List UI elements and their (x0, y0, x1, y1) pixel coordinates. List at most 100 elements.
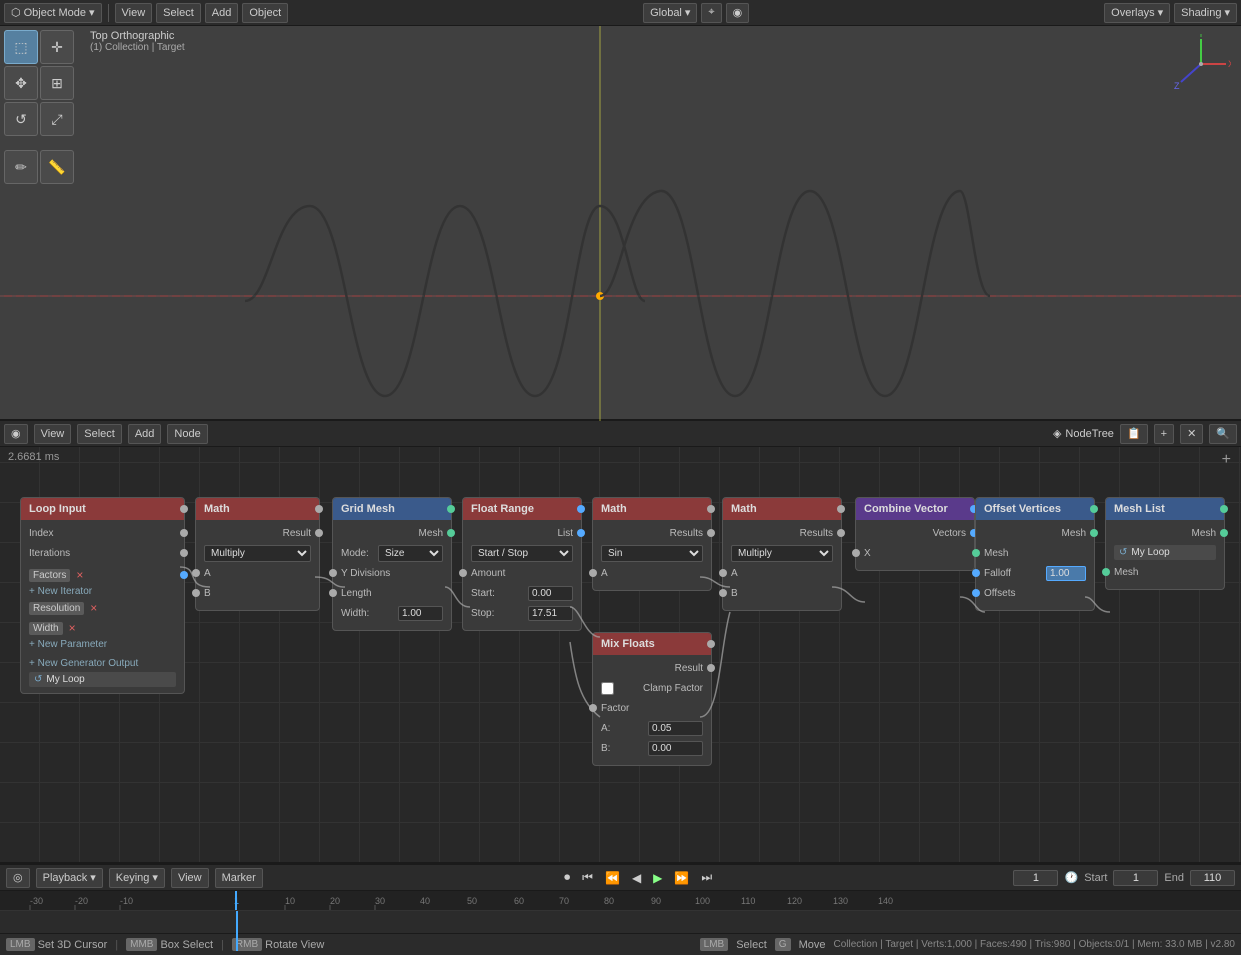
add-parameter-btn[interactable]: + New Parameter (29, 639, 176, 650)
grid-mesh-out-row: Mesh (341, 524, 443, 542)
timeline-ruler[interactable]: -30 -20 -10 1 10 20 30 40 50 60 70 80 90… (0, 891, 1241, 911)
jump-start-btn[interactable]: ⏮ (579, 869, 596, 886)
play-reverse-btn[interactable]: ◀ (629, 870, 644, 886)
start-frame-input[interactable] (1113, 870, 1158, 886)
math2-operation[interactable]: Sin Cos Multiply (601, 545, 703, 562)
math1-header[interactable]: Math (196, 498, 319, 520)
mix-b-input[interactable] (648, 741, 703, 756)
float-stop-input[interactable] (528, 606, 573, 621)
play-btn[interactable]: ▶ (650, 870, 665, 886)
keying-menu[interactable]: Keying ▾ (109, 868, 165, 888)
nodetree-new[interactable]: 📋 (1120, 424, 1148, 444)
step-fwd-btn[interactable]: ⏩ (671, 870, 692, 886)
overlays-btn[interactable]: Overlays ▾ (1104, 3, 1170, 23)
math3-operation[interactable]: Multiply Add Sin (731, 545, 833, 562)
factors-row: Factors × (29, 566, 176, 584)
step-back-btn[interactable]: ⏪ (602, 870, 623, 886)
mix-b-row[interactable]: B: (601, 739, 703, 757)
object-menu[interactable]: Object (242, 3, 288, 23)
node-node-menu[interactable]: Node (167, 424, 207, 444)
node-offset-vertices: Offset Vertices Mesh Mesh Falloff (975, 497, 1095, 611)
proportional-btn[interactable]: ◉ (726, 3, 750, 23)
node-canvas[interactable]: 2.6681 ms + Lo (0, 447, 1241, 862)
grid-mesh-header[interactable]: Grid Mesh (333, 498, 451, 520)
index-port (180, 529, 188, 537)
playhead (236, 911, 238, 951)
end-frame-input[interactable] (1190, 870, 1235, 886)
math1-out-dot (315, 505, 323, 513)
offset-vertices-out-dot (1090, 505, 1098, 513)
float-range-header[interactable]: Float Range (463, 498, 581, 520)
math1-operation[interactable]: Multiply Add Sin (204, 545, 311, 562)
marker-menu[interactable]: Marker (215, 868, 263, 888)
nodetree-x[interactable]: ✕ (1180, 424, 1203, 444)
width-remove[interactable]: × (69, 621, 76, 635)
mouse-left: LMB Set 3D Cursor (6, 938, 107, 951)
svg-text:20: 20 (330, 896, 340, 906)
resolution-tag[interactable]: Resolution (29, 602, 84, 615)
combine-vector-header[interactable]: Combine Vector (856, 498, 974, 520)
transform-selector[interactable]: Global ▾ (643, 3, 697, 23)
node-select-menu[interactable]: Select (77, 424, 122, 444)
shading-btn[interactable]: Shading ▾ (1174, 3, 1237, 23)
mix-clamp-row[interactable]: Clamp Factor (601, 679, 703, 697)
falloff-input[interactable] (1046, 566, 1086, 581)
playback-menu[interactable]: Playback ▾ (36, 868, 103, 888)
node-add-menu[interactable]: Add (128, 424, 162, 444)
zoom-add-btn[interactable]: + (1222, 451, 1231, 469)
float-start-row[interactable]: Start: (471, 584, 573, 602)
clamp-checkbox[interactable] (601, 682, 614, 695)
mode-selector[interactable]: ⬡ Object Mode ▾ (4, 3, 102, 23)
add-generator-output-btn[interactable]: + New Generator Output (29, 658, 176, 669)
add-iterator-btn[interactable]: + New Iterator (29, 586, 176, 597)
select-menu[interactable]: Select (156, 3, 201, 23)
view-menu[interactable]: View (115, 3, 153, 23)
nodetree-add[interactable]: + (1154, 424, 1174, 444)
float-startstop-row[interactable]: Start / Stop Count (471, 544, 573, 562)
offset-vertices-header[interactable]: Offset Vertices (976, 498, 1094, 520)
node-editor-type[interactable]: ◉ (4, 424, 28, 444)
math1-result-row: Result (204, 524, 311, 542)
nodetree-search[interactable]: 🔍 (1209, 424, 1237, 444)
timeline-view-menu[interactable]: View (171, 868, 209, 888)
timeline-toolbar: ◎ Playback ▾ Keying ▾ View Marker ⏺ ⏮ ⏪ … (0, 865, 1241, 891)
axis-indicator: X Y Z (1171, 34, 1231, 94)
offset-falloff-row[interactable]: Falloff (984, 564, 1086, 582)
record-btn[interactable]: ⏺ (561, 869, 573, 886)
math2-op-row[interactable]: Sin Cos Multiply (601, 544, 703, 562)
math1-op-row[interactable]: Multiply Add Sin (204, 544, 311, 562)
float-mode-select[interactable]: Start / Stop Count (471, 545, 573, 562)
mix-floats-out-dot (707, 640, 715, 648)
jump-end-btn[interactable]: ⏭ (698, 869, 715, 886)
resolution-remove[interactable]: × (90, 601, 97, 615)
math3-header[interactable]: Math (723, 498, 841, 520)
grid-width-row[interactable]: Width: (341, 604, 443, 622)
loop-input-header[interactable]: Loop Input (21, 498, 184, 520)
mix-a-input[interactable] (648, 721, 703, 736)
float-range-title: Float Range (471, 503, 534, 515)
add-menu[interactable]: Add (205, 3, 239, 23)
mix-floats-header[interactable]: Mix Floats (593, 633, 711, 655)
math3-op-row[interactable]: Multiply Add Sin (731, 544, 833, 562)
factors-remove[interactable]: × (76, 568, 83, 582)
grid-mode-select[interactable]: Size Count (378, 545, 443, 562)
node-view-menu[interactable]: View (34, 424, 72, 444)
grid-width-input[interactable] (398, 606, 443, 621)
nodetree-selector[interactable]: ◈ NodeTree (1053, 427, 1114, 440)
factors-tag[interactable]: Factors (29, 569, 70, 582)
snap-btn[interactable]: ⌖ (701, 3, 721, 23)
timeline-type[interactable]: ◎ (6, 868, 30, 888)
stats-text: Collection | Target | Verts:1,000 | Face… (833, 939, 1235, 950)
mix-a-row[interactable]: A: (601, 719, 703, 737)
current-frame-input[interactable] (1013, 870, 1058, 886)
float-start-input[interactable] (528, 586, 573, 601)
math2-header[interactable]: Math (593, 498, 711, 520)
falloff-port (972, 569, 980, 577)
mesh-list-header[interactable]: Mesh List (1106, 498, 1224, 520)
grid-mode-row[interactable]: Mode: Size Count (341, 544, 443, 562)
offset-mesh-port (1090, 529, 1098, 537)
width-tag[interactable]: Width (29, 622, 63, 635)
mouse-middle: MMB Box Select (126, 938, 213, 951)
mesh-out-port (447, 529, 455, 537)
float-stop-row[interactable]: Stop: (471, 604, 573, 622)
